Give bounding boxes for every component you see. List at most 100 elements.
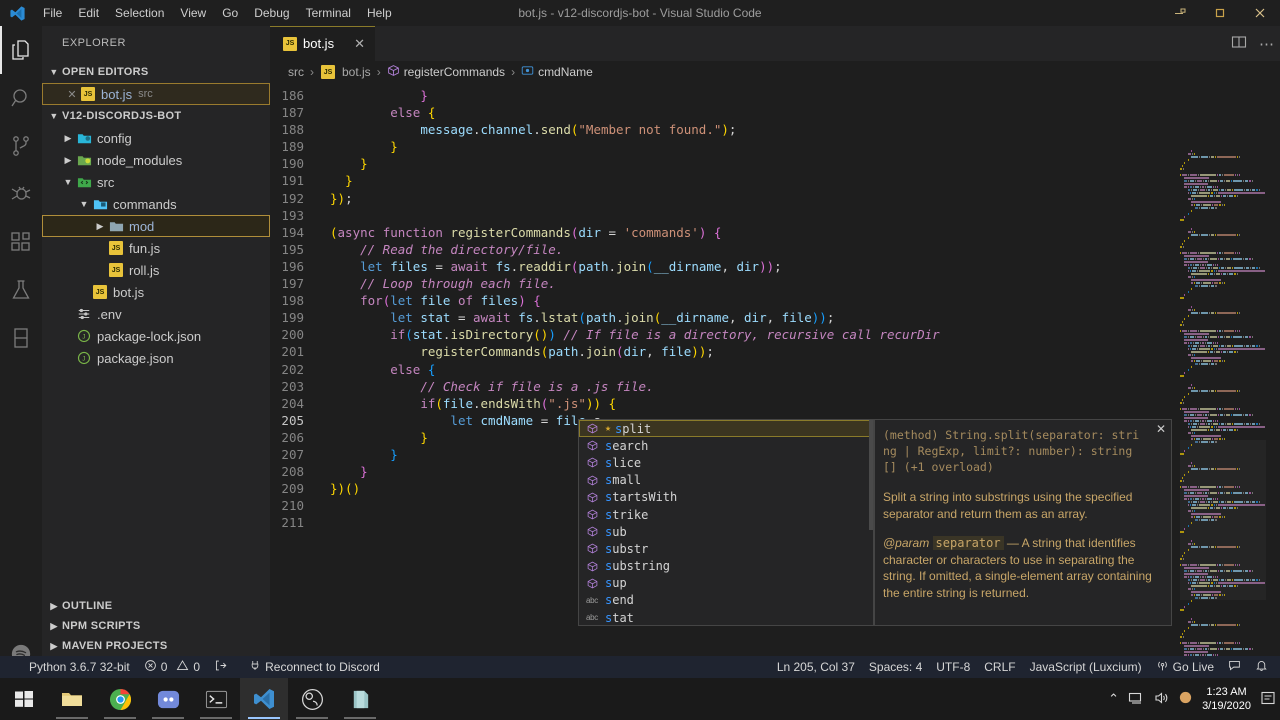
activity-bar[interactable]: [0, 26, 42, 678]
chevron-up-icon[interactable]: ⌃: [1108, 691, 1119, 707]
taskbar-terminal[interactable]: [192, 678, 240, 720]
line-content[interactable]: if(file.endsWith(".js")) {: [322, 395, 616, 412]
tree-item-bot-js[interactable]: JS bot.js: [42, 281, 270, 303]
close-button[interactable]: [1240, 0, 1280, 26]
line-content[interactable]: })(): [322, 480, 360, 497]
line-content[interactable]: [322, 497, 330, 514]
code-line[interactable]: 193: [270, 207, 1280, 224]
taskbar-unknown-app[interactable]: [336, 678, 384, 720]
debug-icon[interactable]: [0, 170, 42, 218]
minimap[interactable]: [1180, 140, 1266, 678]
line-content[interactable]: let cmdName = file.s: [322, 412, 601, 429]
status-problems[interactable]: 0 0: [137, 656, 207, 678]
breadcrumb-item-bot-js[interactable]: JS bot.js: [320, 64, 371, 80]
line-content[interactable]: // Loop through each file.: [322, 275, 556, 292]
explorer-icon[interactable]: [0, 26, 42, 74]
window-controls[interactable]: [1160, 0, 1280, 26]
action-center-icon[interactable]: [1260, 690, 1276, 709]
line-content[interactable]: [322, 514, 330, 531]
volume-icon[interactable]: [1153, 690, 1169, 709]
status-go-live[interactable]: Go Live: [1149, 656, 1221, 678]
line-content[interactable]: else {: [322, 361, 435, 378]
section-npm-scripts[interactable]: ▶ NPM SCRIPTS: [42, 616, 270, 636]
start-button[interactable]: [0, 678, 48, 720]
taskbar-google-chrome[interactable]: [96, 678, 144, 720]
editor-tab-actions[interactable]: ⋯: [1231, 26, 1274, 61]
menu-selection[interactable]: Selection: [107, 0, 172, 26]
more-actions-icon[interactable]: ⋯: [1259, 35, 1274, 53]
code-line[interactable]: 191 }: [270, 172, 1280, 189]
menu-debug[interactable]: Debug: [246, 0, 297, 26]
tab-bot-js[interactable]: JS bot.js ✕: [270, 26, 376, 61]
code-line[interactable]: 187 else {: [270, 104, 1280, 121]
code-line[interactable]: 201 registerCommands(path.join(dir, file…: [270, 343, 1280, 360]
taskbar-clock[interactable]: 1:23 AM 3/19/2020: [1202, 685, 1251, 713]
tree-item-commands[interactable]: ▼ commands: [42, 193, 270, 215]
system-tray[interactable]: ⌃ 1:23 AM 3/19/2020: [1108, 678, 1280, 720]
suggest-item[interactable]: sup: [579, 575, 873, 592]
breadcrumb[interactable]: src › JS bot.js › registerCommands › cmd…: [270, 61, 1280, 83]
suggest-item[interactable]: strike: [579, 506, 873, 523]
menu-file[interactable]: File: [35, 0, 70, 26]
section-project-root[interactable]: ▼ V12-DISCORDJS-BOT: [42, 105, 270, 127]
remote-explorer-icon[interactable]: [0, 314, 42, 362]
minimize-button[interactable]: [1160, 0, 1200, 26]
line-content[interactable]: }: [322, 172, 353, 189]
line-content[interactable]: if(stat.isDirectory()) // If file is a d…: [322, 326, 939, 343]
close-icon[interactable]: ✕: [64, 88, 80, 101]
split-editor-icon[interactable]: [1231, 34, 1247, 53]
line-content[interactable]: // Read the directory/file.: [322, 241, 563, 258]
open-editor-bot-js[interactable]: ✕ JS bot.js src: [42, 83, 270, 105]
editor-scrollbar[interactable]: [1266, 83, 1280, 678]
menu-edit[interactable]: Edit: [70, 0, 107, 26]
tree-item-node-modules[interactable]: ▶ node_modules: [42, 149, 270, 171]
status-language-mode[interactable]: JavaScript (Luxcium): [1023, 656, 1149, 678]
tree-item-roll-js[interactable]: JS roll.js: [42, 259, 270, 281]
suggest-item[interactable]: abc stat: [579, 609, 873, 625]
menu-go[interactable]: Go: [214, 0, 246, 26]
status-discord[interactable]: Reconnect to Discord: [242, 656, 387, 678]
section-outline[interactable]: ▶ OUTLINE: [42, 596, 270, 616]
code-line[interactable]: 202 else {: [270, 361, 1280, 378]
suggest-item[interactable]: slice: [579, 454, 873, 471]
suggest-item[interactable]: sub: [579, 523, 873, 540]
taskbar-file-explorer[interactable]: [48, 678, 96, 720]
line-content[interactable]: for(let file of files) {: [322, 292, 541, 309]
code-line[interactable]: 199 let stat = await fs.lstat(path.join(…: [270, 309, 1280, 326]
taskbar-discord[interactable]: [144, 678, 192, 720]
suggest-item[interactable]: startsWith: [579, 489, 873, 506]
tree-item-package-json[interactable]: J package.json: [42, 347, 270, 369]
maximize-button[interactable]: [1200, 0, 1240, 26]
line-content[interactable]: message.channel.send("Member not found."…: [322, 121, 736, 138]
code-line[interactable]: 192});: [270, 190, 1280, 207]
suggest-item[interactable]: small: [579, 472, 873, 489]
status-encoding[interactable]: UTF-8: [929, 656, 977, 678]
line-content[interactable]: let files = await fs.readdir(path.join(_…: [322, 258, 782, 275]
status-indentation[interactable]: Spaces: 4: [862, 656, 929, 678]
menu-view[interactable]: View: [172, 0, 214, 26]
line-content[interactable]: (async function registerCommands(dir = '…: [322, 224, 721, 241]
user-avatar-icon[interactable]: [1178, 690, 1193, 708]
menu-terminal[interactable]: Terminal: [298, 0, 359, 26]
code-line[interactable]: 196 let files = await fs.readdir(path.jo…: [270, 258, 1280, 275]
code-line[interactable]: 198 for(let file of files) {: [270, 292, 1280, 309]
line-content[interactable]: }: [322, 155, 368, 172]
line-content[interactable]: // Check if file is a .js file.: [322, 378, 653, 395]
section-open-editors[interactable]: ▼ OPEN EDITORS: [42, 61, 270, 83]
status-notifications[interactable]: [1248, 656, 1280, 678]
line-content[interactable]: }: [322, 463, 368, 480]
code-line[interactable]: 188 message.channel.send("Member not fou…: [270, 121, 1280, 138]
status-remote-indicator[interactable]: [207, 656, 234, 678]
tree-item-env[interactable]: .env: [42, 303, 270, 325]
code-line[interactable]: 200 if(stat.isDirectory()) // If file is…: [270, 326, 1280, 343]
source-control-icon[interactable]: [0, 122, 42, 170]
line-content[interactable]: }: [322, 138, 398, 155]
suggest-widget[interactable]: ★ split search slice small startsWith strike su…: [578, 419, 874, 626]
testing-icon[interactable]: [0, 266, 42, 314]
code-line[interactable]: 203 // Check if file is a .js file.: [270, 378, 1280, 395]
line-content[interactable]: }: [322, 429, 428, 446]
tree-item-src[interactable]: ▼ src: [42, 171, 270, 193]
suggest-scrollbar[interactable]: [869, 420, 873, 530]
line-content[interactable]: });: [322, 190, 353, 207]
taskbar-obs-studio[interactable]: [288, 678, 336, 720]
